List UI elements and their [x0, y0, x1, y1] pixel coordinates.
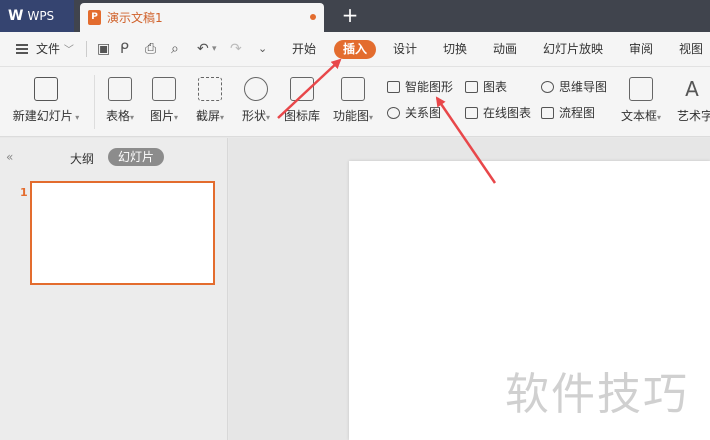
divider [86, 41, 87, 57]
relation-chart-icon [387, 107, 400, 119]
tab-animation[interactable]: 动画 [493, 32, 517, 66]
print-preview-icon[interactable]: ⌕ [171, 32, 179, 66]
icon-library-button[interactable]: 图标库 [281, 67, 323, 137]
slide-panel: « 大纲 幻灯片 1 [0, 138, 228, 440]
chart-icon [465, 81, 478, 93]
menu-bar: 文件 ﹀ ▣ ᑭ ⎙ ⌕ ↶ ▾ ↷ ⌄ 开始 插入 设计 切换 动画 幻灯片放… [0, 32, 710, 67]
relation-chart-label: 关系图 [405, 106, 442, 120]
mind-map-label: 思维导图 [559, 80, 608, 94]
customize-dropdown-icon[interactable]: ⌄ [258, 32, 267, 66]
chart-label: 图表 [483, 80, 508, 94]
unsaved-dot-icon [310, 14, 316, 20]
tab-home[interactable]: 开始 [292, 32, 316, 66]
tab-transition[interactable]: 切换 [443, 32, 467, 66]
flowchart-button[interactable]: 流程图 [539, 104, 595, 122]
file-menu-label: 文件 [36, 42, 61, 56]
save-icon[interactable]: ▣ [97, 32, 110, 66]
smart-art-button[interactable]: 智能图形 [385, 78, 453, 96]
undo-dropdown-icon[interactable]: ▾ [212, 32, 217, 66]
tab-slideshow[interactable]: 幻灯片放映 [543, 32, 603, 66]
screenshot-icon [198, 77, 222, 101]
slide-number: 1 [20, 186, 28, 199]
new-tab-button[interactable]: + [340, 3, 360, 29]
picture-label: 图片 [149, 109, 174, 123]
chart-button[interactable]: 图表 [463, 78, 507, 96]
tab-slides[interactable]: 幻灯片 [108, 148, 164, 166]
new-slide-icon [34, 77, 58, 101]
smart-art-icon [387, 81, 400, 93]
shape-icon [244, 77, 268, 101]
divider [94, 75, 95, 129]
flowchart-icon [541, 107, 554, 119]
textbox-label: 文本框 [620, 109, 657, 123]
menu-icon[interactable] [16, 44, 28, 54]
art-text-icon: A [685, 77, 699, 101]
tab-design[interactable]: 设计 [393, 32, 417, 66]
function-chart-icon [341, 77, 365, 101]
tab-outline[interactable]: 大纲 [70, 150, 94, 167]
relation-chart-button[interactable]: 关系图 [385, 104, 441, 122]
print-icon[interactable]: ⎙ [145, 32, 156, 66]
collapse-panel-icon[interactable]: « [6, 150, 13, 164]
presentation-file-icon: P [88, 10, 101, 25]
new-slide-label: 新建幻灯片 [12, 109, 73, 123]
online-chart-button[interactable]: 在线图表 [463, 104, 531, 122]
insert-ribbon: 新建幻灯片 ▾ 表格▾ 图片▾ 截屏▾ 形状▾ 图标库 功能图▾ 智能图形 关系… [0, 67, 710, 137]
redo-icon[interactable]: ↷ [230, 32, 242, 66]
mind-map-icon [541, 81, 554, 93]
table-button[interactable]: 表格▾ [100, 67, 140, 137]
chevron-down-icon: ﹀ [63, 45, 74, 56]
function-chart-label: 功能图 [332, 109, 369, 123]
icon-library-icon [290, 77, 314, 101]
shape-label: 形状 [241, 109, 266, 123]
format-painter-icon[interactable]: ᑭ [120, 32, 129, 66]
document-tab[interactable]: P 演示文稿1 [80, 3, 324, 32]
textbox-icon [629, 77, 653, 101]
picture-icon [152, 77, 176, 101]
watermark: 软件技巧 [505, 369, 689, 420]
new-slide-button[interactable]: 新建幻灯片 ▾ [8, 67, 84, 137]
table-icon [108, 77, 132, 101]
function-chart-button[interactable]: 功能图▾ [328, 67, 378, 137]
picture-button[interactable]: 图片▾ [144, 67, 184, 137]
art-text-button[interactable]: A 艺术字 [672, 67, 710, 137]
art-text-label: 艺术字 [677, 109, 710, 123]
online-chart-label: 在线图表 [483, 106, 532, 120]
wps-home-label: WPS [27, 9, 55, 23]
tab-view[interactable]: 视图 [679, 32, 703, 66]
smart-art-label: 智能图形 [405, 80, 454, 94]
undo-icon[interactable]: ↶ [197, 32, 209, 66]
file-menu[interactable]: 文件 ﹀ [36, 32, 74, 66]
tab-review[interactable]: 审阅 [629, 32, 653, 66]
slide-thumbnail[interactable] [30, 181, 215, 285]
online-chart-icon [465, 107, 478, 119]
textbox-button[interactable]: 文本框▾ [616, 67, 666, 137]
wps-home-tab[interactable]: W WPS [0, 0, 74, 32]
flowchart-label: 流程图 [559, 106, 596, 120]
shape-button[interactable]: 形状▾ [235, 67, 277, 137]
screenshot-label: 截屏 [195, 109, 220, 123]
title-bar: W WPS P 演示文稿1 + [0, 0, 710, 32]
tab-insert[interactable]: 插入 [334, 40, 376, 59]
screenshot-button[interactable]: 截屏▾ [189, 67, 231, 137]
icon-library-label: 图标库 [283, 109, 320, 123]
table-label: 表格 [105, 109, 130, 123]
document-tab-label: 演示文稿1 [107, 11, 163, 25]
mind-map-button[interactable]: 思维导图 [539, 78, 607, 96]
wps-logo-icon: W [8, 8, 23, 24]
